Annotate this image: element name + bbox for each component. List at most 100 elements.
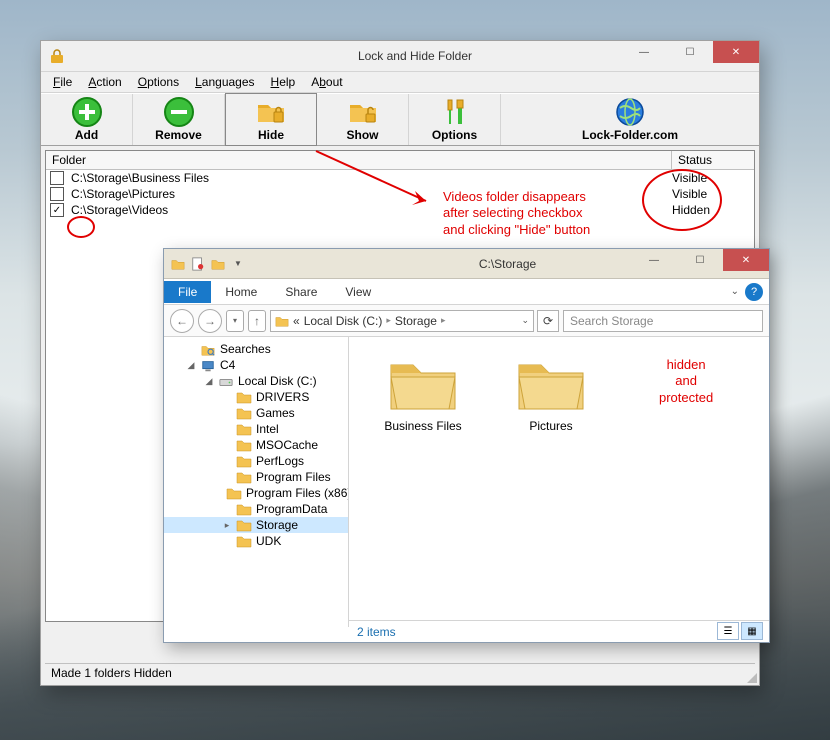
tree-item[interactable]: Program Files	[164, 469, 348, 485]
tab-file[interactable]: File	[164, 281, 211, 303]
folder-label: Business Files	[384, 419, 461, 433]
chevron-right-icon: ▸	[441, 315, 446, 326]
annotation-text-hidden: hidden and protected	[659, 357, 713, 406]
folder-large-icon	[387, 355, 459, 413]
add-button[interactable]: Add	[41, 94, 133, 145]
tools-icon	[439, 96, 471, 128]
tab-share[interactable]: Share	[271, 281, 331, 303]
tree-item[interactable]: MSOCache	[164, 437, 348, 453]
row-checkbox[interactable]	[50, 171, 64, 185]
menu-about[interactable]: About	[303, 73, 350, 91]
remove-button[interactable]: Remove	[133, 94, 225, 145]
back-button[interactable]: ←	[170, 309, 194, 333]
tree-label: Storage	[256, 518, 298, 532]
explorer-close-button[interactable]: ✕	[723, 249, 769, 271]
tree-item[interactable]: Games	[164, 405, 348, 421]
annotation-circle-status	[642, 169, 722, 231]
options-label: Options	[432, 128, 477, 142]
annotation-text-main: Videos folder disappears after selecting…	[443, 189, 590, 238]
folder-icon	[236, 407, 252, 420]
recent-dropdown[interactable]: ▾	[226, 310, 244, 332]
hide-button[interactable]: Hide	[225, 93, 317, 146]
tree-expander-icon[interactable]: ▸	[222, 520, 232, 531]
addr-dropdown-icon[interactable]: ⌄	[521, 315, 529, 326]
tree-label: UDK	[256, 534, 281, 548]
forward-button[interactable]: →	[198, 309, 222, 333]
view-details-button[interactable]: ☰	[717, 622, 739, 640]
menu-action[interactable]: Action	[80, 73, 129, 91]
options-button[interactable]: Options	[409, 94, 501, 145]
explorer-addressbar-row: ← → ▾ ↑ « Local Disk (C:) ▸ Storage ▸ ⌄ …	[164, 305, 769, 337]
folder-item[interactable]: Business Files	[373, 355, 473, 433]
qat-dropdown-icon[interactable]: ▼	[230, 256, 246, 272]
tree-item[interactable]: PerfLogs	[164, 453, 348, 469]
col-status[interactable]: Status	[672, 151, 754, 169]
folder-icon	[236, 535, 252, 548]
website-button[interactable]: Lock-Folder.com	[501, 94, 759, 145]
tree-label: PerfLogs	[256, 454, 304, 468]
row-checkbox[interactable]: ✓	[50, 203, 64, 217]
tab-home[interactable]: Home	[211, 281, 271, 303]
view-icons-button[interactable]: ▦	[741, 622, 763, 640]
folder-icon	[275, 314, 289, 328]
folder-label: Pictures	[529, 419, 572, 433]
view-toggle: ☰ ▦	[717, 622, 763, 640]
qat-properties-icon[interactable]	[190, 256, 206, 272]
explorer-titlebar[interactable]: ▼ C:\Storage — ☐ ✕	[164, 249, 769, 279]
tree-item[interactable]: UDK	[164, 533, 348, 549]
tree-label: Program Files (x86)	[246, 486, 349, 500]
crumb-folder[interactable]: Storage	[395, 314, 437, 328]
computer-icon	[200, 359, 216, 372]
up-button[interactable]: ↑	[248, 310, 266, 332]
app-toolbar: Add Remove Hide Show Options Lock-Folder…	[41, 93, 759, 146]
tree-item[interactable]: ▸ Storage	[164, 517, 348, 533]
ribbon-expand-icon[interactable]: ⌄	[731, 286, 739, 297]
explorer-maximize-button[interactable]: ☐	[677, 249, 723, 271]
tab-view[interactable]: View	[331, 281, 385, 303]
app-titlebar[interactable]: Lock and Hide Folder — ☐ ✕	[41, 41, 759, 71]
tree-item[interactable]: ◢C4	[164, 357, 348, 373]
folder-icon	[236, 423, 252, 436]
folder-item[interactable]: Pictures	[501, 355, 601, 433]
content-pane[interactable]: Business Files Pictures hidden and protec…	[349, 337, 769, 627]
crumb-prefix: «	[293, 314, 300, 328]
ribbon-tabs: File Home Share View ⌄ ?	[164, 279, 769, 305]
maximize-button[interactable]: ☐	[667, 41, 713, 63]
tree-label: Searches	[220, 342, 271, 356]
menu-options[interactable]: Options	[130, 73, 187, 91]
qat-newfolder-icon[interactable]	[210, 256, 226, 272]
folder-icon	[236, 503, 252, 516]
row-checkbox[interactable]	[50, 187, 64, 201]
refresh-button[interactable]: ⟳	[537, 310, 559, 332]
explorer-minimize-button[interactable]: —	[631, 249, 677, 271]
close-button[interactable]: ✕	[713, 41, 759, 63]
tree-expander-icon[interactable]: ◢	[186, 360, 196, 371]
nav-tree[interactable]: Searches◢C4◢Local Disk (C:)DRIVERSGamesI…	[164, 337, 349, 627]
tree-label: MSOCache	[256, 438, 318, 452]
tree-item[interactable]: ◢Local Disk (C:)	[164, 373, 348, 389]
tree-label: Program Files	[256, 470, 331, 484]
minimize-button[interactable]: —	[621, 41, 667, 63]
resize-grip[interactable]	[745, 671, 757, 683]
tree-item[interactable]: Intel	[164, 421, 348, 437]
tree-item[interactable]: Searches	[164, 341, 348, 357]
show-button[interactable]: Show	[317, 94, 409, 145]
tree-expander-icon[interactable]: ◢	[204, 376, 214, 387]
tree-item[interactable]: Program Files (x86)	[164, 485, 348, 501]
menu-file[interactable]: File	[45, 73, 80, 91]
crumb-drive[interactable]: Local Disk (C:)	[304, 314, 383, 328]
address-bar[interactable]: « Local Disk (C:) ▸ Storage ▸ ⌄	[270, 310, 534, 332]
annotation-circle-checkbox	[67, 216, 95, 238]
search-input[interactable]: Search Storage	[563, 310, 763, 332]
qat-folder-icon[interactable]	[170, 256, 186, 272]
annotation-arrow	[306, 141, 436, 211]
folder-large-icon	[515, 355, 587, 413]
help-icon[interactable]: ?	[745, 283, 763, 301]
tree-label: ProgramData	[256, 502, 327, 516]
remove-label: Remove	[155, 128, 202, 142]
menu-help[interactable]: Help	[263, 73, 304, 91]
tree-item[interactable]: ProgramData	[164, 501, 348, 517]
tree-item[interactable]: DRIVERS	[164, 389, 348, 405]
app-menubar: File Action Options Languages Help About	[41, 71, 759, 93]
menu-languages[interactable]: Languages	[187, 73, 262, 91]
